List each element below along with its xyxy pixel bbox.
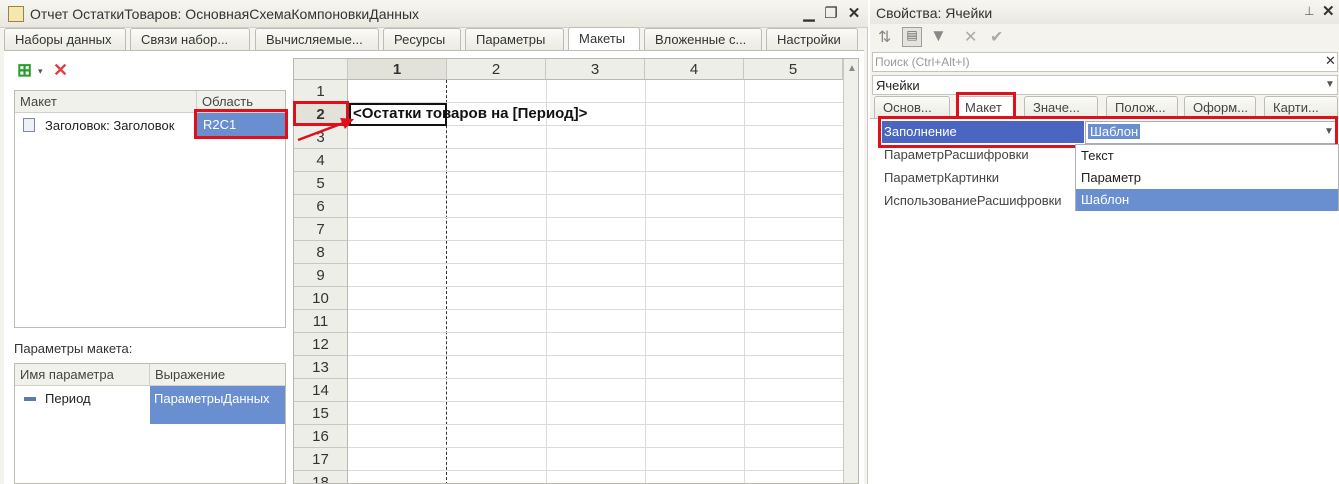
clear-search-icon[interactable]: ✕: [1325, 53, 1336, 69]
check-icon[interactable]: ✔: [990, 27, 1003, 47]
row-header[interactable]: 12: [294, 333, 348, 356]
categories-icon[interactable]: ▤: [902, 27, 922, 47]
window-title: Отчет ОстаткиТоваров: ОсновнаяСхемаКомпо…: [30, 6, 420, 22]
window-titlebar: Отчет ОстаткиТоваров: ОсновнаяСхемаКомпо…: [0, 0, 868, 28]
property-name[interactable]: ПараметрКартинки: [884, 170, 999, 185]
chevron-down-icon[interactable]: ▼: [1325, 79, 1335, 90]
close-button[interactable]: ✕: [1322, 2, 1335, 20]
layout-name: Заголовок: Заголовок: [45, 118, 175, 133]
properties-titlebar: Свойства: Ячейки ⊥ ✕: [870, 0, 1339, 24]
parameter-icon: [24, 397, 36, 401]
properties-title: Свойства: Ячейки: [876, 5, 993, 21]
params-label: Параметры макета:: [14, 341, 133, 356]
annotation-arrow-icon: [297, 118, 354, 142]
vertical-scrollbar[interactable]: ▲: [843, 59, 858, 483]
tab-value[interactable]: Значе...: [1024, 96, 1098, 118]
tab-nested[interactable]: Вложенные с...: [644, 28, 762, 50]
row-header[interactable]: 16: [294, 425, 348, 448]
row-header[interactable]: 17: [294, 448, 348, 471]
column-header[interactable]: 1: [348, 59, 447, 80]
tab-position[interactable]: Полож...: [1106, 96, 1178, 118]
column-header-layout[interactable]: Макет: [15, 91, 197, 113]
row-header[interactable]: 13: [294, 356, 348, 379]
row-header[interactable]: 14: [294, 379, 348, 402]
tab-parameters[interactable]: Параметры: [465, 28, 564, 50]
delete-icon[interactable]: ✕: [53, 60, 68, 81]
row-header[interactable]: 18: [294, 471, 348, 483]
row-header[interactable]: 10: [294, 287, 348, 310]
properties-window: Свойства: Ячейки ⊥ ✕ ⇅ ▤ ▼ ✕ ✔ Поиск (Ct…: [870, 0, 1339, 484]
row-header[interactable]: 6: [294, 195, 348, 218]
highlight-box: [194, 109, 288, 139]
column-header-param-name[interactable]: Имя параметра: [15, 364, 150, 386]
minimize-button[interactable]: ▁: [800, 4, 818, 22]
corner-header[interactable]: [294, 59, 348, 80]
tab-picture[interactable]: Карти...: [1264, 96, 1338, 118]
tab-calculated[interactable]: Вычисляемые...: [255, 28, 379, 50]
layout-spreadsheet[interactable]: 1 2 3 4 5 1 2 3 4 5 6 7 8 9 10 11 12 13 14 15 16 17 18 <О…: [293, 58, 859, 484]
report-window: Отчет ОстаткиТоваров: ОсновнаяСхемаКомпо…: [0, 0, 868, 484]
tab-datasets[interactable]: Наборы данных: [4, 28, 126, 50]
object-selector[interactable]: Ячейки ▼: [872, 75, 1338, 95]
dropdown-option[interactable]: Текст: [1076, 145, 1338, 167]
filter-icon[interactable]: ▼: [930, 26, 947, 46]
search-input[interactable]: Поиск (Ctrl+Alt+I) ✕: [872, 52, 1338, 72]
row-header[interactable]: 7: [294, 218, 348, 241]
table-row[interactable]: Период ПараметрыДанных: [15, 386, 285, 424]
chevron-down-icon[interactable]: ▾: [38, 66, 43, 77]
tab-settings[interactable]: Настройки: [766, 28, 858, 50]
tab-links[interactable]: Связи набор...: [130, 28, 250, 50]
dropdown-option-selected[interactable]: Шаблон: [1076, 189, 1338, 211]
scroll-up-icon[interactable]: ▲: [847, 63, 857, 74]
row-header[interactable]: 4: [294, 149, 348, 172]
document-icon: [8, 6, 24, 22]
dropdown-option[interactable]: Параметр: [1076, 167, 1338, 189]
tab-resources[interactable]: Ресурсы: [383, 28, 461, 50]
tab-bar: Наборы данных Связи набор... Вычисляемые…: [4, 27, 864, 50]
add-layout-icon[interactable]: ⊞: [17, 60, 32, 81]
dropdown-list: Текст Параметр Шаблон: [1075, 144, 1339, 211]
sort-icon[interactable]: ⇅: [878, 27, 891, 47]
tab-layouts[interactable]: Макеты: [568, 27, 640, 50]
property-name[interactable]: ИспользованиеРасшифровки: [884, 193, 1074, 208]
row-header[interactable]: 5: [294, 172, 348, 195]
layout-icon: [23, 118, 35, 132]
column-header[interactable]: 5: [744, 59, 843, 80]
row-header[interactable]: 9: [294, 264, 348, 287]
column-header-expression[interactable]: Выражение: [150, 364, 285, 386]
search-placeholder: Поиск (Ctrl+Alt+I): [875, 55, 970, 69]
highlight-box: [956, 92, 1016, 119]
row-header[interactable]: 15: [294, 402, 348, 425]
param-name: Период: [45, 391, 91, 406]
tab-main[interactable]: Основ...: [874, 96, 950, 118]
param-expression: ПараметрыДанных: [150, 386, 285, 424]
row-header[interactable]: 1: [294, 80, 348, 103]
pin-icon[interactable]: ⊥: [1304, 4, 1314, 18]
row-header[interactable]: 11: [294, 310, 348, 333]
restore-button[interactable]: ❐: [822, 4, 840, 22]
row-header[interactable]: 8: [294, 241, 348, 264]
column-header[interactable]: 2: [447, 59, 546, 80]
cell-text: <Остатки товаров на [Период]>: [353, 105, 588, 122]
clear-icon[interactable]: ✕: [964, 27, 977, 47]
object-name: Ячейки: [876, 78, 920, 93]
property-name[interactable]: ПараметрРасшифровки: [884, 147, 1029, 162]
column-header[interactable]: 3: [546, 59, 645, 80]
tab-appearance[interactable]: Оформ...: [1184, 96, 1256, 118]
params-table: Имя параметра Выражение Период Параметры…: [14, 363, 286, 484]
column-header[interactable]: 4: [645, 59, 744, 80]
close-button[interactable]: ✕: [845, 4, 863, 22]
